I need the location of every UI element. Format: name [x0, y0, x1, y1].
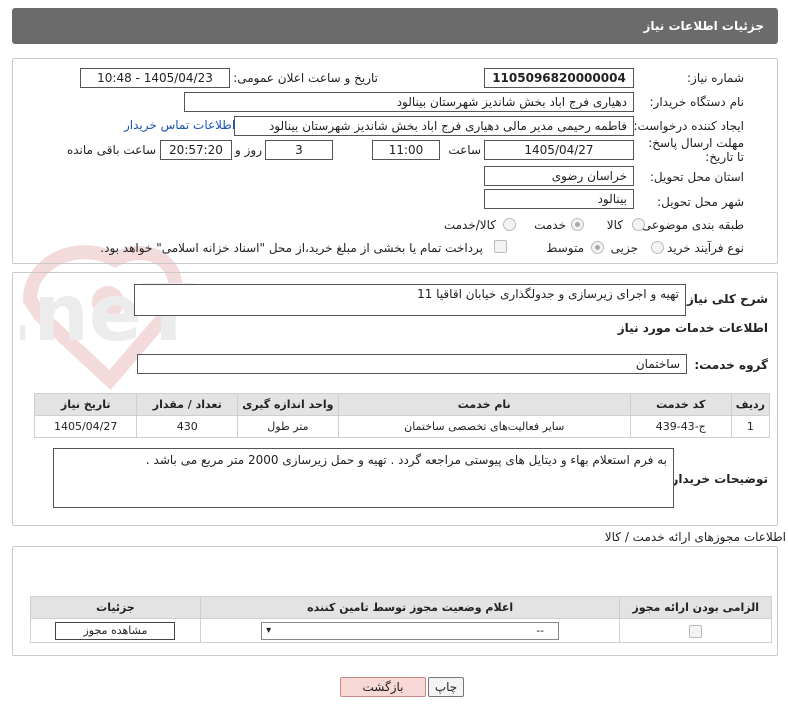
print-button-visible[interactable]: چاپ	[428, 677, 464, 697]
buyer-org-label: نام دستگاه خریدار:	[649, 95, 745, 109]
need-number-label: شماره نیاز:	[687, 71, 744, 85]
need-date-cell: 1405/04/27	[33, 415, 138, 438]
services-section-title: اطلاعات خدمات مورد نیاز	[617, 321, 768, 335]
table-row: -- ▾ مشاهده مجوز	[30, 618, 772, 643]
city-field: بینالود	[484, 189, 634, 209]
process-minor-label: جزیی	[610, 241, 638, 255]
permits-table: الزامی بودن ارائه مجوز اعلام وضعیت مجوز …	[30, 596, 772, 643]
row-number-cell: 1	[730, 415, 771, 438]
category-label: طبقه بندی موضوعی:	[637, 218, 744, 232]
col-quantity: تعداد / مقدار	[136, 393, 239, 416]
days-remaining-field: 3	[265, 140, 333, 160]
time-remaining-field: 20:57:20	[160, 140, 232, 160]
col-permit-status: اعلام وضعیت مجوز توسط تامین کننده	[199, 596, 621, 619]
service-code-cell: ج-43-439	[629, 415, 732, 438]
col-row-number: ردیف	[730, 393, 771, 416]
quantity-cell: 430	[136, 415, 239, 438]
permit-required-checkbox	[689, 624, 703, 638]
col-permit-required: الزامی بودن ارائه مجوز	[619, 596, 772, 619]
category-goods-service-label: کالا/خدمت	[443, 218, 496, 232]
col-need-date: تاریخ نیاز	[33, 393, 138, 416]
buyer-notes-label: توضیحات خریدار:	[666, 472, 768, 486]
time-remaining-label: ساعت باقی مانده	[66, 143, 156, 157]
permit-required-cell	[619, 618, 772, 643]
permits-section-title: اطلاعات مجوزهای ارائه خدمت / کالا	[604, 530, 786, 544]
table-row: 1 ج-43-439 سایر فعالیت‌های تخصصی ساختمان…	[33, 415, 771, 438]
process-medium-radio[interactable]	[591, 241, 604, 254]
back-button[interactable]: بازگشت	[340, 677, 426, 697]
announce-date-field: 1405/04/23 - 10:48	[80, 68, 230, 88]
category-goods-label: کالا	[606, 218, 623, 232]
announce-date-label: تاریخ و ساعت اعلان عمومی:	[233, 71, 378, 85]
summary-field: تهیه و اجرای زیرسازی و جدولگذاری خیابان …	[134, 284, 686, 316]
unit-cell: متر طول	[237, 415, 339, 438]
services-table: ردیف کد خدمت نام خدمت واحد اندازه گیری ت…	[33, 393, 771, 438]
buyer-org-field: دهیاری فرج اباد بخش شاندیز شهرستان بینال…	[184, 92, 634, 112]
treasury-payment-checkbox[interactable]	[494, 240, 507, 253]
need-number-field: 1105096820000004	[484, 68, 634, 88]
col-service-name: نام خدمت	[337, 393, 631, 416]
chevron-down-icon: ▾	[266, 624, 272, 636]
category-goods-radio[interactable]	[632, 218, 645, 231]
deadline-time-label: ساعت	[448, 143, 481, 157]
category-service-label: خدمت	[534, 218, 566, 232]
city-label: شهر محل تحویل:	[657, 195, 744, 209]
days-label: روز و	[235, 143, 262, 157]
province-field: خراسان رضوی	[484, 166, 634, 186]
buyer-notes-field: به فرم استعلام بهاء و دیتایل های پیوستی …	[53, 448, 674, 508]
service-name-cell: سایر فعالیت‌های تخصصی ساختمان	[337, 415, 631, 438]
treasury-payment-note: پرداخت تمام یا بخشی از مبلغ خرید،از محل …	[100, 241, 483, 255]
col-unit: واحد اندازه گیری	[237, 393, 339, 416]
permit-status-select[interactable]: -- ▾	[261, 621, 560, 640]
page-header: جزئیات اطلاعات نیاز	[12, 8, 778, 44]
summary-label: شرح کلی نیاز:	[682, 292, 768, 306]
col-service-code: کد خدمت	[629, 393, 732, 416]
deadline-time-field: 11:00	[372, 140, 440, 160]
col-permit-details: جزئیات	[30, 596, 201, 619]
page-title: جزئیات اطلاعات نیاز	[643, 19, 764, 33]
province-label: استان محل تحویل:	[649, 170, 744, 184]
service-group-label: گروه خدمت:	[694, 358, 768, 372]
buyer-contact-link[interactable]: اطلاعات تماس خریدار	[124, 118, 235, 132]
permits-table-header: الزامی بودن ارائه مجوز اعلام وضعیت مجوز …	[30, 596, 772, 619]
permit-details-cell: مشاهده مجوز	[30, 618, 201, 643]
process-type-label: نوع فرآیند خرید :	[659, 241, 744, 255]
deadline-label: مهلت ارسال پاسخ: تا تاریخ:	[648, 136, 744, 164]
process-minor-radio[interactable]	[651, 241, 664, 254]
view-permit-button[interactable]: مشاهده مجوز	[55, 621, 176, 640]
deadline-date-field: 1405/04/27	[484, 140, 634, 160]
services-table-header: ردیف کد خدمت نام خدمت واحد اندازه گیری ت…	[33, 393, 771, 416]
process-medium-label: متوسط	[546, 241, 584, 255]
category-service-radio[interactable]	[571, 218, 584, 231]
service-group-field: ساختمان	[137, 354, 687, 374]
category-goods-service-radio[interactable]	[503, 218, 516, 231]
creator-field: فاطمه رحیمی مدیر مالی دهیاری فرج اباد بخ…	[234, 116, 634, 136]
creator-label: ایجاد کننده درخواست:	[633, 119, 744, 133]
permit-status-cell: -- ▾	[199, 618, 621, 643]
permit-status-value: --	[536, 623, 545, 637]
